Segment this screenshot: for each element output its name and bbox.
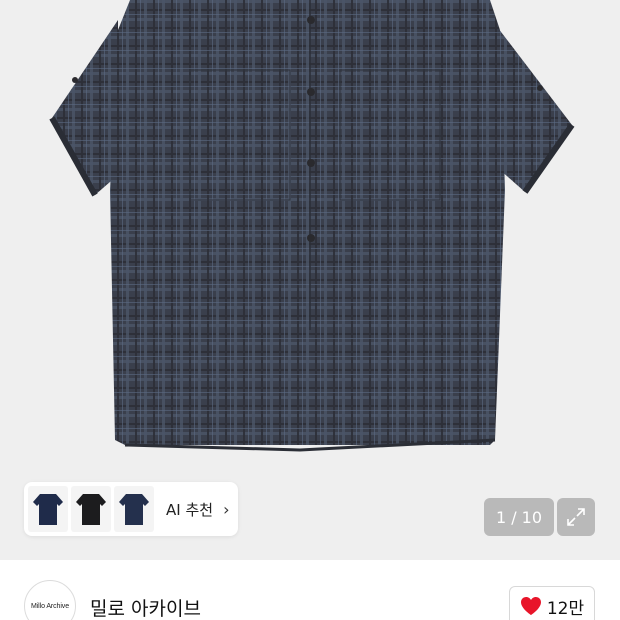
shirt-thumb-icon <box>33 494 63 525</box>
shirt-photo <box>49 0 575 452</box>
recommend-thumb-3[interactable] <box>114 486 154 532</box>
seller-name[interactable]: 밀로 아카이브 <box>90 594 201 620</box>
chevron-right-icon: › <box>223 499 230 519</box>
ai-recommend-text: AI 추천 <box>166 500 214 519</box>
like-button[interactable]: 12만 <box>509 586 595 620</box>
product-image[interactable]: AI 추천 › 1 / 10 <box>0 0 620 560</box>
ai-recommend-label[interactable]: AI 추천 › <box>166 499 229 520</box>
seller-avatar-text: Millo Archive <box>31 602 69 610</box>
expand-button[interactable] <box>557 498 595 536</box>
recommend-thumb-2[interactable] <box>71 486 111 532</box>
ai-recommend-panel[interactable]: AI 추천 › <box>24 482 238 536</box>
image-counter: 1 / 10 <box>484 498 554 536</box>
shirt-thumb-icon <box>76 494 106 525</box>
seller-bar: Millo Archive 밀로 아카이브 12만 <box>0 560 620 620</box>
recommend-thumb-1[interactable] <box>28 486 68 532</box>
heart-icon <box>520 597 541 615</box>
like-count: 12만 <box>546 598 585 619</box>
shirt-thumb-icon <box>119 494 149 525</box>
expand-icon <box>567 508 585 526</box>
seller-avatar[interactable]: Millo Archive <box>24 580 76 620</box>
